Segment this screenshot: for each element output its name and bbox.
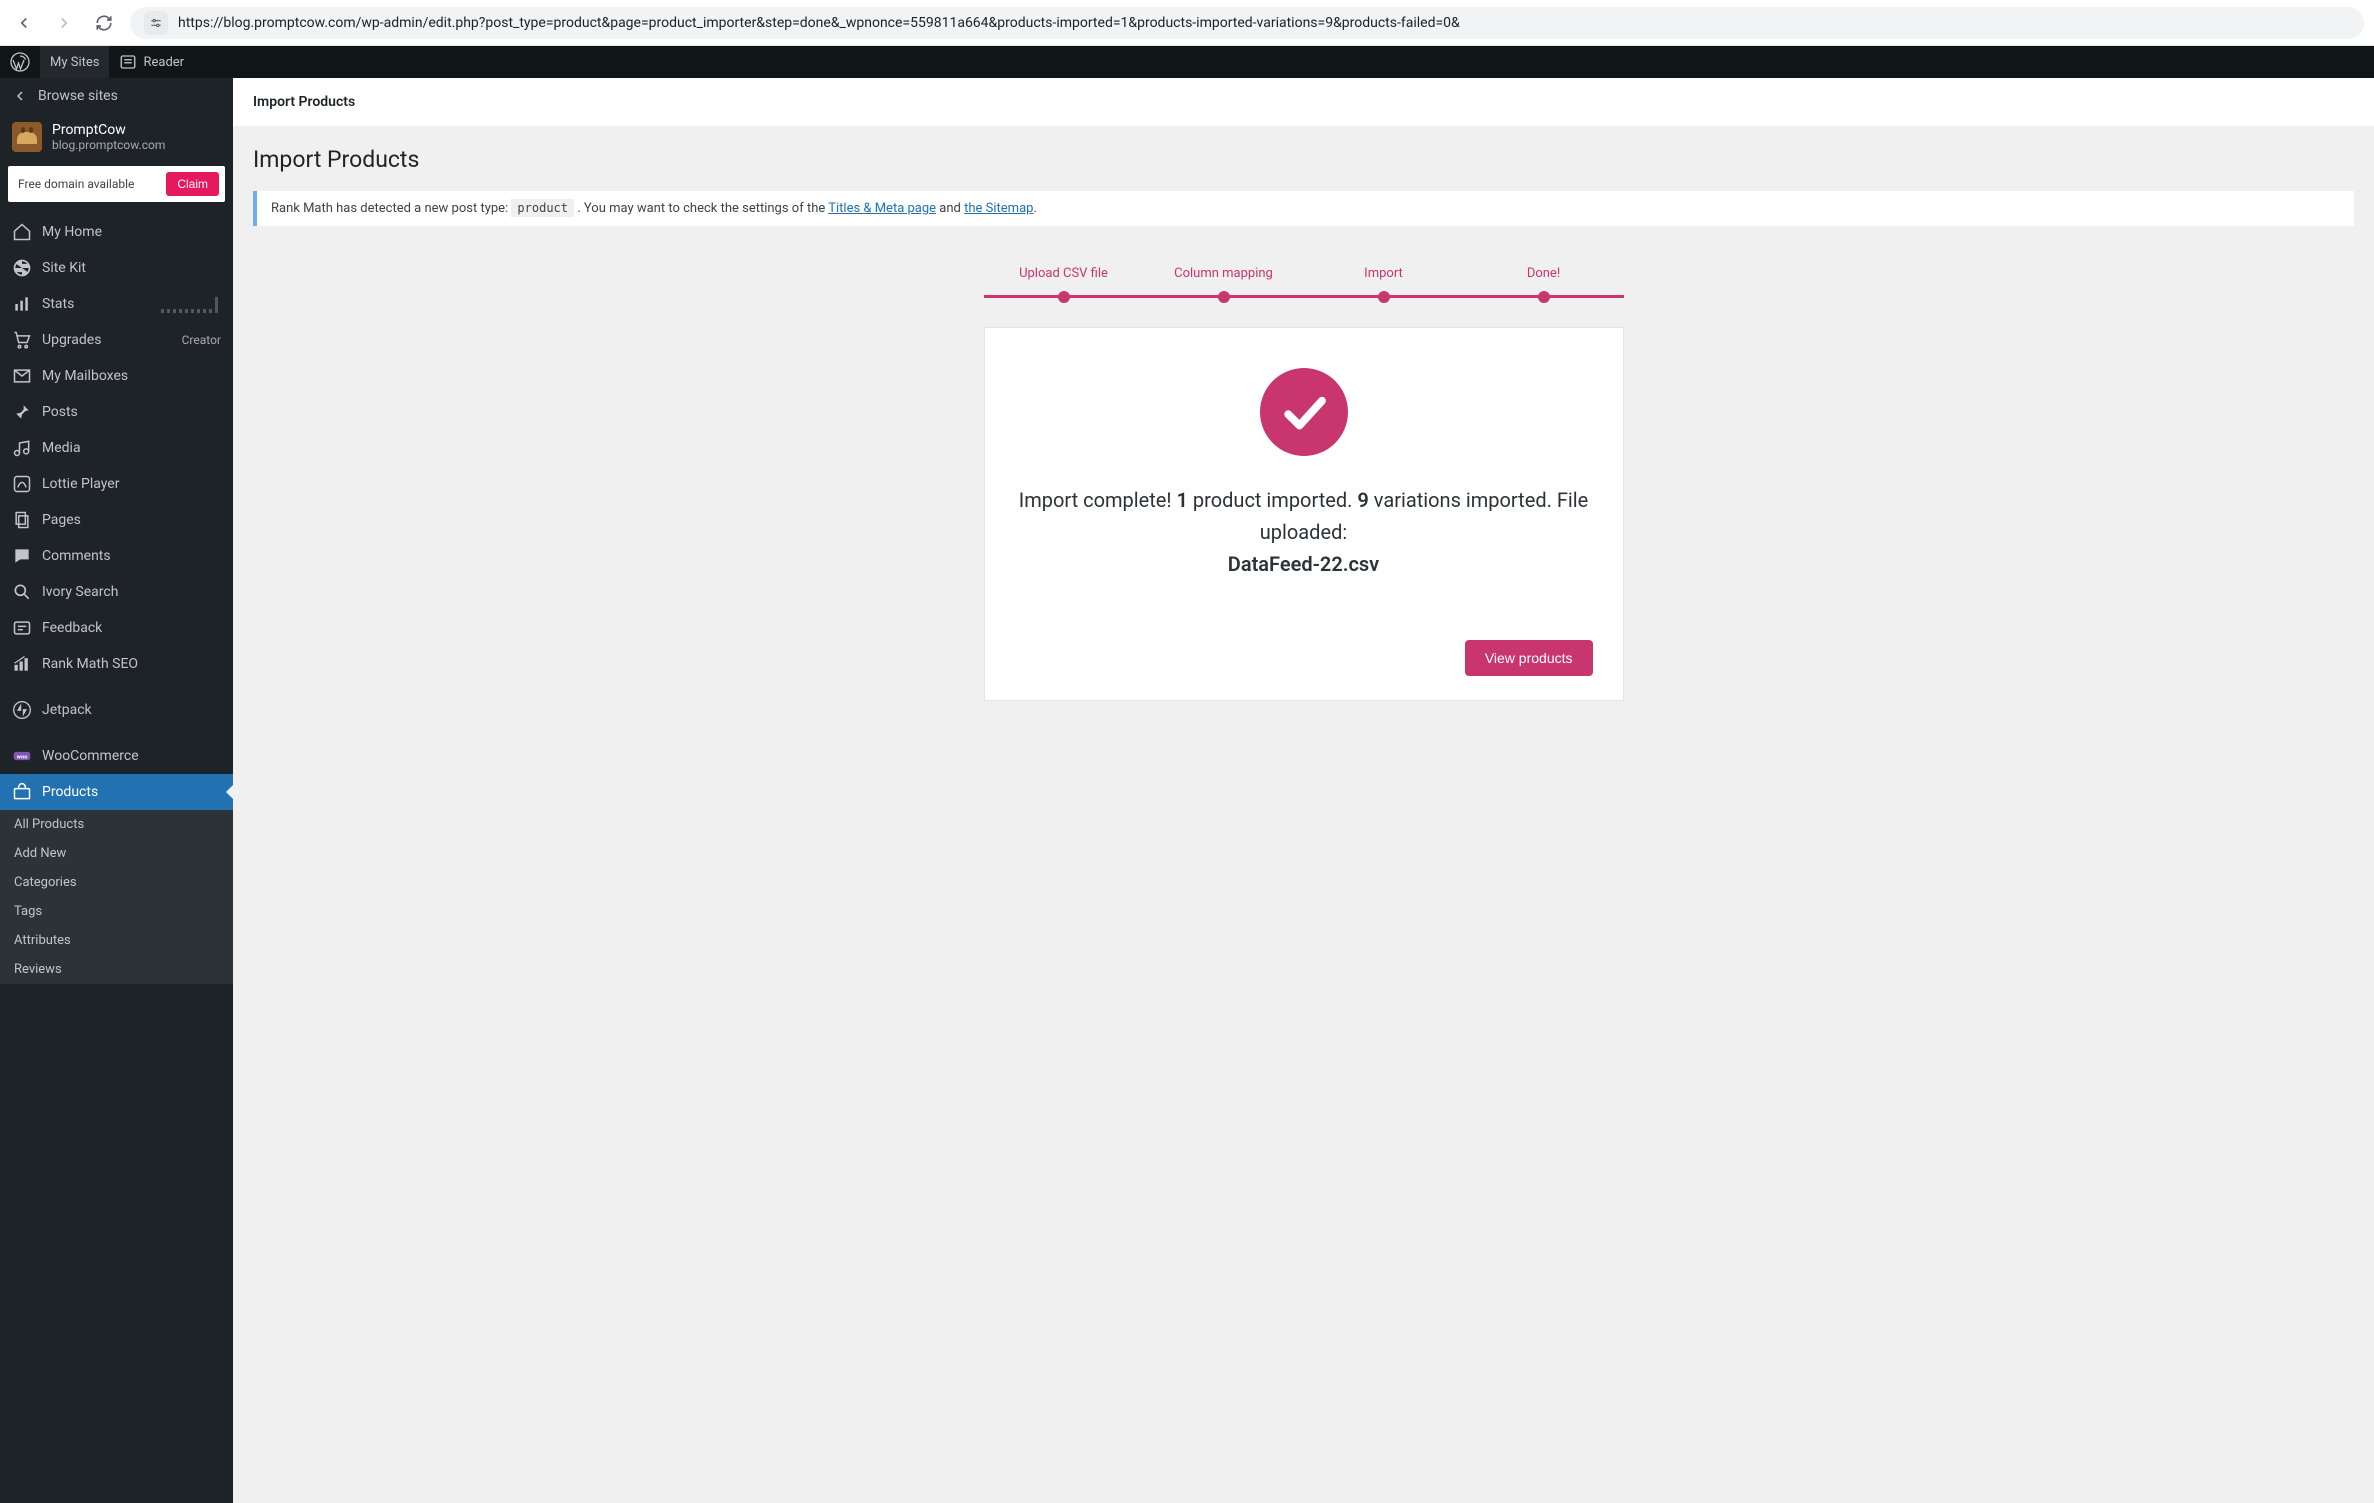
- rank-math-notice: Rank Math has detected a new post type: …: [253, 191, 2354, 226]
- forward-button[interactable]: [50, 9, 78, 37]
- admin-sidebar: Browse sites PromptCow blog.promptcow.co…: [0, 78, 233, 1503]
- sidebar-item-upgrades[interactable]: Upgrades Creator: [0, 322, 233, 358]
- site-card[interactable]: PromptCow blog.promptcow.com: [0, 114, 233, 162]
- sitekit-icon: [12, 258, 32, 278]
- titles-meta-link[interactable]: Titles & Meta page: [828, 201, 936, 216]
- plan-badge: Creator: [182, 333, 221, 347]
- chevron-left-icon: [12, 88, 28, 104]
- sidebar-item-mailboxes[interactable]: My Mailboxes: [0, 358, 233, 394]
- sidebar-item-posts[interactable]: Posts: [0, 394, 233, 430]
- svg-text:woo: woo: [17, 755, 29, 761]
- mail-icon: [12, 366, 32, 386]
- sidebar-item-rank-math[interactable]: Rank Math SEO: [0, 646, 233, 682]
- stats-icon: [12, 294, 32, 314]
- sidebar-item-products[interactable]: Products: [0, 774, 233, 810]
- admin-bar-reader[interactable]: Reader: [109, 46, 194, 78]
- browser-bar: https://blog.promptcow.com/wp-admin/edit…: [0, 0, 2374, 46]
- sub-categories[interactable]: Categories: [0, 868, 233, 897]
- woo-icon: woo: [12, 746, 32, 766]
- site-settings-icon[interactable]: [144, 11, 168, 35]
- url-text: https://blog.promptcow.com/wp-admin/edit…: [178, 15, 1460, 31]
- uploaded-filename: DataFeed-22.csv: [1228, 552, 1379, 576]
- admin-bar-my-sites[interactable]: My Sites: [40, 46, 109, 78]
- comments-icon: [12, 546, 32, 566]
- pages-icon: [12, 510, 32, 530]
- products-submenu: All Products Add New Categories Tags Att…: [0, 810, 233, 984]
- browse-sites[interactable]: Browse sites: [0, 78, 233, 114]
- url-bar[interactable]: https://blog.promptcow.com/wp-admin/edit…: [130, 7, 2364, 39]
- products-icon: [12, 782, 32, 802]
- page-title: Import Products: [253, 146, 2354, 173]
- reader-icon: [119, 53, 137, 71]
- step-line: [984, 295, 1624, 298]
- sitemap-link[interactable]: the Sitemap: [964, 201, 1033, 216]
- search-icon: [12, 582, 32, 602]
- pin-icon: [12, 402, 32, 422]
- sidebar-item-site-kit[interactable]: Site Kit: [0, 250, 233, 286]
- site-name: PromptCow: [52, 122, 165, 138]
- home-icon: [12, 222, 32, 242]
- sub-add-new[interactable]: Add New: [0, 839, 233, 868]
- sidebar-item-pages[interactable]: Pages: [0, 502, 233, 538]
- sidebar-item-media[interactable]: Media: [0, 430, 233, 466]
- sidebar-item-woocommerce[interactable]: woo WooCommerce: [0, 738, 233, 774]
- sub-all-products[interactable]: All Products: [0, 810, 233, 839]
- feedback-icon: [12, 618, 32, 638]
- sidebar-item-lottie[interactable]: Lottie Player: [0, 466, 233, 502]
- sidebar-item-ivory-search[interactable]: Ivory Search: [0, 574, 233, 610]
- main-content: Import Products Import Products Rank Mat…: [233, 78, 2374, 1503]
- back-button[interactable]: [10, 9, 38, 37]
- claim-button[interactable]: Claim: [166, 172, 219, 196]
- import-stepper: Upload CSV file Column mapping Import Do…: [984, 266, 1624, 701]
- check-icon: [1260, 368, 1348, 456]
- domain-text: Free domain available: [18, 177, 134, 191]
- cart-icon: [12, 330, 32, 350]
- rankmath-icon: [12, 654, 32, 674]
- sidebar-item-comments[interactable]: Comments: [0, 538, 233, 574]
- wordpress-icon: [10, 52, 30, 72]
- variations-count: 9: [1357, 488, 1368, 512]
- sub-attributes[interactable]: Attributes: [0, 926, 233, 955]
- sub-tags[interactable]: Tags: [0, 897, 233, 926]
- sub-reviews[interactable]: Reviews: [0, 955, 233, 984]
- result-card: Import complete! 1 product imported. 9 v…: [984, 327, 1624, 701]
- stats-sparkline: [161, 295, 221, 313]
- lottie-icon: [12, 474, 32, 494]
- wp-admin-bar: My Sites Reader: [0, 46, 2374, 78]
- page-header: Import Products: [233, 78, 2374, 126]
- notice-code: product: [511, 199, 574, 217]
- sidebar-item-stats[interactable]: Stats: [0, 286, 233, 322]
- site-logo: [12, 122, 42, 152]
- wp-logo[interactable]: [0, 46, 40, 78]
- products-count: 1: [1177, 488, 1188, 512]
- sidebar-item-feedback[interactable]: Feedback: [0, 610, 233, 646]
- site-domain: blog.promptcow.com: [52, 138, 165, 152]
- domain-banner: Free domain available Claim: [8, 166, 225, 202]
- media-icon: [12, 438, 32, 458]
- sidebar-item-jetpack[interactable]: Jetpack: [0, 692, 233, 728]
- view-products-button[interactable]: View products: [1465, 640, 1593, 676]
- jetpack-icon: [12, 700, 32, 720]
- complete-text: Import complete! 1 product imported. 9 v…: [1015, 484, 1593, 580]
- sidebar-item-my-home[interactable]: My Home: [0, 214, 233, 250]
- reload-button[interactable]: [90, 9, 118, 37]
